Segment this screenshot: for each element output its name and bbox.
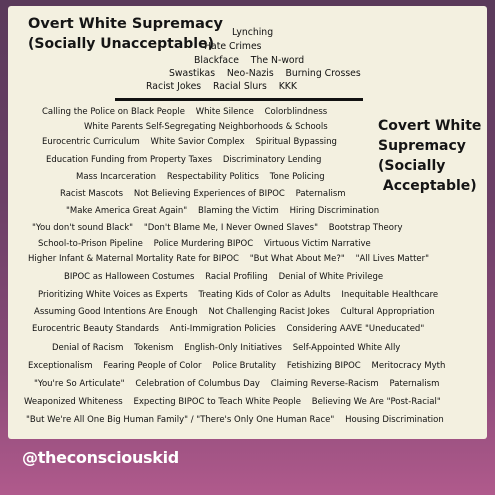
covert-line-11: BIPOC as Halloween Costumes Racial Profi… <box>64 272 384 282</box>
overt-line-1: Lynching <box>232 27 274 38</box>
covert-line-5: Mass Incarceration Respectability Politi… <box>76 172 325 182</box>
overt-line-5: Racist Jokes Racial Slurs KKK <box>146 81 297 92</box>
covert-line-10: Higher Infant & Maternal Mortality Rate … <box>28 254 430 264</box>
covert-line-14: Eurocentric Beauty Standards Anti-Immigr… <box>32 324 425 334</box>
covert-line-15: Denial of Racism Tokenism English-Only I… <box>52 343 401 353</box>
covert-line-7: "Make America Great Again" Blaming the V… <box>66 206 380 216</box>
infographic-card: Overt White Supremacy (Socially Unaccept… <box>8 6 487 439</box>
divider-line <box>115 98 363 101</box>
account-handle: @theconsciouskid <box>22 448 179 467</box>
covert-line-19: "But We're All One Big Human Family" / "… <box>26 415 444 425</box>
overt-line-2: Hate Crimes <box>204 41 262 52</box>
covert-line-13: Assuming Good Intentions Are Enough Not … <box>34 307 435 317</box>
covert-line-4: Education Funding from Property Taxes Di… <box>46 155 322 165</box>
covert-line-18: Weaponized Whiteness Expecting BIPOC to … <box>24 397 441 407</box>
overt-title: Overt White Supremacy <box>28 16 223 32</box>
covert-line-2: White Parents Self-Segregating Neighborh… <box>84 122 328 132</box>
covert-title: Covert White Supremacy (Socially Accepta… <box>378 116 481 196</box>
covert-title-line-1: Covert White <box>378 118 482 134</box>
covert-line-12: Prioritizing White Voices as Experts Tre… <box>38 290 439 300</box>
overt-line-4: Swastikas Neo-Nazis Burning Crosses <box>169 68 361 79</box>
covert-title-line-3: (Socially <box>378 158 446 174</box>
covert-title-line-4: Acceptable) <box>378 178 477 194</box>
covert-line-9: School-to-Prison Pipeline Police Murderi… <box>38 239 371 249</box>
covert-line-1: Calling the Police on Black People White… <box>42 107 328 117</box>
covert-line-16: Exceptionalism Fearing People of Color P… <box>28 361 446 371</box>
covert-line-3: Eurocentric Curriculum White Savior Comp… <box>42 137 337 147</box>
overt-subtitle: (Socially Unacceptable) <box>28 36 214 52</box>
covert-line-17: "You're So Articulate" Celebration of Co… <box>34 379 440 389</box>
overt-line-3: Blackface The N-word <box>194 55 305 66</box>
covert-line-6: Racist Mascots Not Believing Experiences… <box>60 189 346 199</box>
covert-line-8: "You don't sound Black" "Don't Blame Me,… <box>32 223 403 233</box>
covert-title-line-2: Supremacy <box>378 138 466 154</box>
